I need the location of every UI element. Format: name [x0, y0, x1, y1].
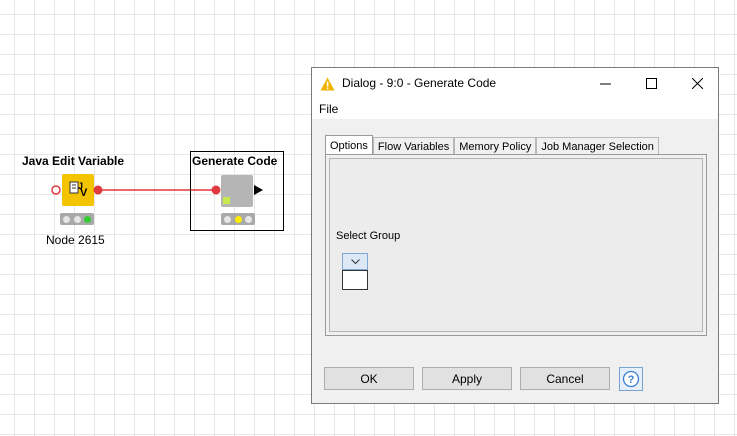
- options-panel: Select Group: [325, 154, 707, 336]
- tab-bar: Options Flow Variables Memory Policy Job…: [325, 135, 659, 156]
- menubar: File: [312, 99, 718, 119]
- status-light-green: [83, 215, 91, 223]
- node-label[interactable]: Node 2615: [46, 233, 105, 247]
- status-light-green: [244, 215, 252, 223]
- select-group-field[interactable]: [342, 270, 368, 290]
- generate-code-dialog: Dialog - 9:0 - Generate Code File Option…: [311, 67, 719, 404]
- options-inner-panel: Select Group: [329, 158, 703, 332]
- help-icon: ?: [622, 370, 640, 388]
- node-status-lights: [221, 213, 255, 225]
- svg-text:?: ?: [628, 374, 635, 386]
- svg-text:J: J: [78, 181, 83, 191]
- minimize-icon: [599, 83, 611, 85]
- help-button[interactable]: ?: [619, 367, 643, 391]
- minimize-button[interactable]: [582, 68, 628, 99]
- select-group-label: Select Group: [336, 230, 401, 242]
- status-light-red: [224, 215, 232, 223]
- node-status-lights: [60, 213, 94, 225]
- dialog-titlebar[interactable]: Dialog - 9:0 - Generate Code: [312, 68, 718, 99]
- node-title-java-edit-variable[interactable]: Java Edit Variable: [22, 154, 124, 168]
- status-light-yellow: [234, 215, 242, 223]
- ok-button[interactable]: OK: [324, 367, 414, 390]
- status-light-yellow: [73, 215, 81, 223]
- status-light-red: [63, 215, 71, 223]
- maximize-button[interactable]: [628, 68, 674, 99]
- close-button[interactable]: [674, 68, 720, 99]
- cancel-button[interactable]: Cancel: [520, 367, 610, 390]
- generate-code-node[interactable]: [211, 173, 267, 207]
- select-group-dropdown-button[interactable]: [342, 253, 368, 270]
- tab-options[interactable]: Options: [325, 135, 373, 156]
- dialog-title: Dialog - 9:0 - Generate Code: [342, 76, 497, 90]
- warning-icon: [320, 77, 335, 91]
- node-title-generate-code: Generate Code: [192, 154, 278, 168]
- chevron-down-icon: [350, 258, 360, 264]
- close-icon: [691, 78, 703, 89]
- maximize-icon: [645, 78, 657, 89]
- menu-file[interactable]: File: [319, 102, 338, 116]
- apply-button[interactable]: Apply: [422, 367, 512, 390]
